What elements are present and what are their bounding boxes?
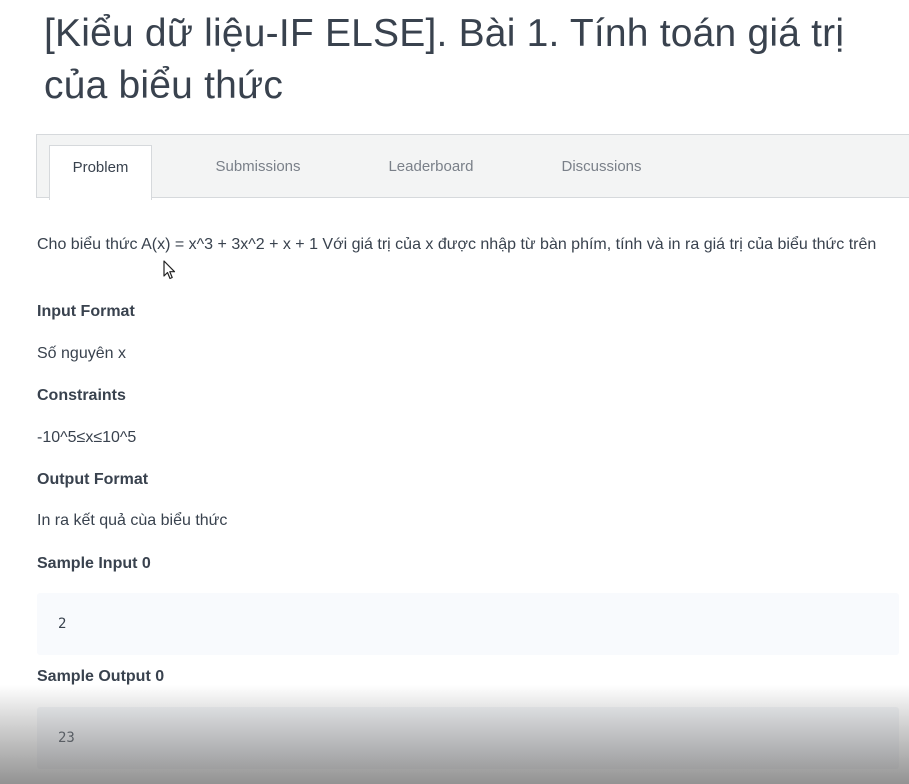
page-title: [Kiểu dữ liệu-IF ELSE]. Bài 1. Tính toán… [44,12,845,107]
tab-submissions[interactable]: Submissions [197,145,319,199]
output-format-text: In ra kết quả cùa biểu thức [37,512,228,529]
mouse-pointer-icon [163,260,176,280]
tab-discussions[interactable]: Discussions [544,145,659,199]
input-format-text: Số nguyên x [37,345,126,362]
sample-output-box: 23 [37,707,899,769]
sample-output-heading: Sample Output 0 [37,668,165,685]
statement-text: Cho biểu thức A(x) = x^3 + 3x^2 + x + 1 … [37,236,877,253]
tab-problem[interactable]: Problem [49,145,152,200]
sample-input-box: 2 [37,593,899,655]
problem-statement: Cho biểu thức A(x) = x^3 + 3x^2 + x + 1 … [37,232,887,258]
constraints-text: -10^5≤x≤10^5 [37,429,137,446]
problem-page: [Kiểu dữ liệu-IF ELSE]. Bài 1. Tính toán… [0,0,909,784]
tab-leaderboard[interactable]: Leaderboard [370,145,492,199]
sample-input-heading: Sample Input 0 [37,555,151,572]
input-format-heading: Input Format [37,303,135,320]
output-format-heading: Output Format [37,471,149,488]
tab-bar: Problem Submissions Leaderboard Discussi… [36,134,909,200]
constraints-heading: Constraints [37,387,126,404]
